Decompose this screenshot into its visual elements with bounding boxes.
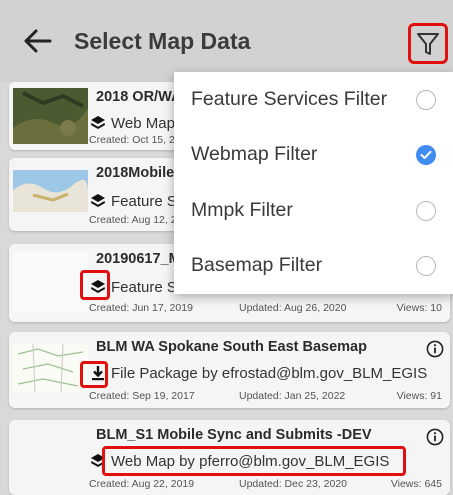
item-title: BLM_S1 Mobile Sync and Submits -DEV	[96, 427, 372, 443]
item-created: Created: Aug 22, 2019	[89, 478, 195, 490]
checked-circle-icon[interactable]	[416, 144, 436, 165]
item-views: Views: 10	[396, 302, 442, 314]
filter-button[interactable]	[408, 23, 448, 64]
highlight-box	[80, 361, 108, 388]
highlight-box	[102, 446, 406, 476]
list-item[interactable]: BLM WA Spokane South East Basemap File P…	[9, 332, 450, 408]
menu-item-feature-services-filter[interactable]: Feature Services Filter	[174, 72, 453, 127]
layers-icon	[89, 192, 107, 210]
item-views: Views: 91	[396, 390, 442, 402]
radio-unchecked-icon[interactable]	[416, 89, 436, 110]
menu-item-mmpk-filter[interactable]: Mmpk Filter	[174, 183, 453, 238]
item-created: Created: Oct 15, 20	[89, 134, 181, 146]
thumbnail-map	[13, 88, 88, 144]
item-views: Views: 645	[390, 478, 442, 490]
layers-icon	[89, 114, 107, 132]
item-updated: Updated: Dec 23, 2020	[239, 478, 347, 490]
menu-item-webmap-filter[interactable]: Webmap Filter	[174, 127, 453, 182]
item-type: Web Map	[89, 114, 175, 132]
item-created: Created: Aug 12, 20	[89, 214, 183, 226]
item-type: File Package by efrostad@blm.gov_BLM_EGI…	[89, 364, 427, 382]
back-button[interactable]	[20, 24, 54, 58]
menu-item-basemap-filter[interactable]: Basemap Filter	[174, 238, 453, 293]
page-title: Select Map Data	[74, 28, 251, 54]
item-updated: Updated: Aug 26, 2020	[239, 302, 347, 314]
item-created: Created: Sep 19, 2017	[89, 390, 195, 402]
item-title: 20190617_M	[96, 251, 181, 267]
arrow-left-icon	[24, 29, 52, 53]
item-type: Feature Se	[89, 192, 185, 210]
item-title: 2018 OR/WA	[96, 89, 182, 105]
highlight-box	[80, 270, 110, 300]
item-title: BLM WA Spokane South East Basemap	[96, 339, 367, 355]
radio-unchecked-icon[interactable]	[416, 200, 436, 221]
thumbnail-map	[13, 170, 88, 212]
funnel-icon	[417, 32, 439, 55]
item-title: 2018MobileV	[96, 165, 184, 181]
item-updated: Updated: Jan 25, 2022	[239, 390, 346, 402]
thumbnail-map	[13, 343, 88, 393]
radio-unchecked-icon[interactable]	[416, 255, 436, 276]
app-bar: Select Map Data	[0, 0, 453, 82]
info-icon[interactable]	[426, 340, 444, 358]
info-icon[interactable]	[426, 428, 444, 446]
list-item[interactable]: BLM_S1 Mobile Sync and Submits -DEV Web …	[9, 420, 450, 495]
item-created: Created: Jun 17, 2019	[89, 302, 193, 314]
filter-menu: Feature Services Filter Webmap Filter Mm…	[174, 72, 453, 294]
thumbnail-map	[13, 252, 88, 312]
